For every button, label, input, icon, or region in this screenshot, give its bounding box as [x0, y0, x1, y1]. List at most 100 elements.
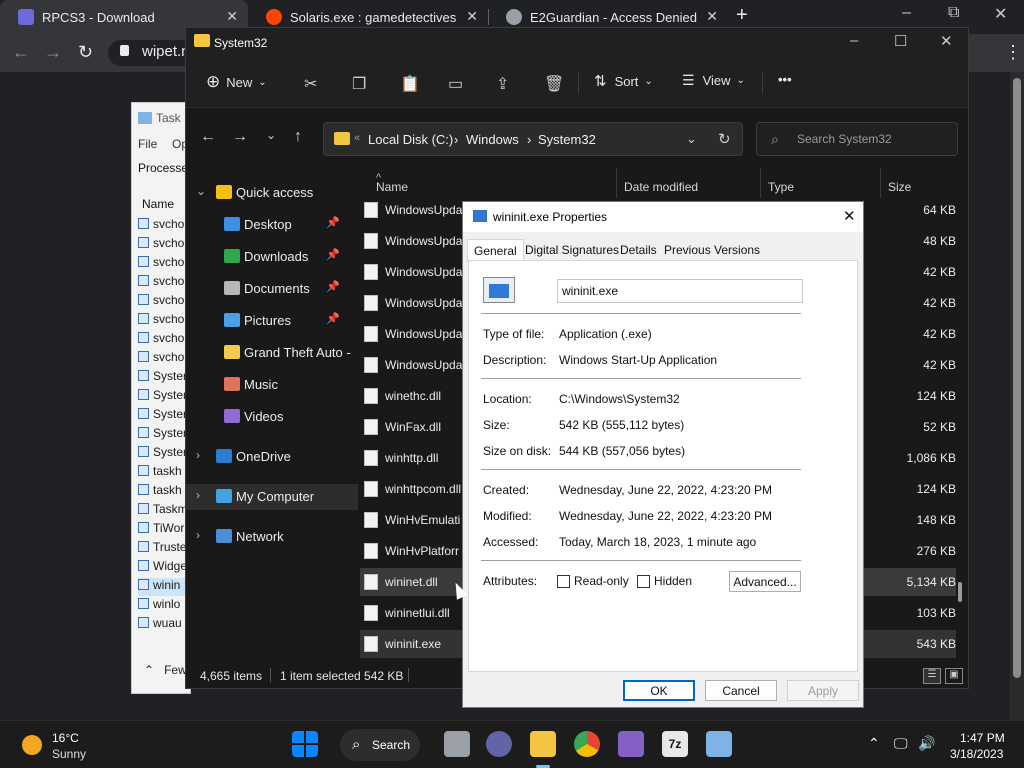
weather-sun-icon[interactable] — [22, 735, 42, 755]
tab-general[interactable]: General — [467, 239, 524, 262]
forward-icon[interactable]: → — [232, 128, 248, 146]
nav-item[interactable]: Pictures 📌 — [186, 308, 358, 334]
windows-start-icon[interactable] — [292, 731, 318, 757]
page-scrollbar[interactable] — [1010, 72, 1024, 720]
restore-button[interactable]: ⧉ — [948, 4, 959, 22]
share-icon[interactable]: ⇪ — [496, 74, 509, 94]
up-icon[interactable]: ↑ — [294, 128, 302, 146]
more-options-button[interactable]: ••• — [778, 72, 792, 87]
file-icon — [364, 419, 378, 435]
close-tab-icon[interactable]: ✕ — [706, 8, 718, 25]
chat-icon[interactable] — [486, 731, 512, 757]
expand-chevron-icon[interactable]: ⌄ — [196, 184, 206, 198]
details-view-icon[interactable]: ☰ — [923, 668, 941, 684]
filename-field[interactable]: wininit.exe — [557, 279, 803, 303]
column-size[interactable]: Size — [888, 180, 911, 194]
file-icon — [364, 326, 378, 342]
cancel-button[interactable]: Cancel — [705, 680, 777, 701]
sevenzip-icon[interactable]: 7z — [662, 731, 688, 757]
ok-button[interactable]: OK — [623, 680, 695, 701]
search-icon: ⌕ — [771, 131, 779, 147]
new-button[interactable]: ⊕ New ⌄ — [206, 72, 267, 92]
close-button[interactable]: ✕ — [843, 207, 856, 225]
nav-item[interactable]: Music — [186, 372, 358, 398]
recent-locations-icon[interactable]: ⌄ — [266, 128, 276, 142]
address-dropdown-icon[interactable]: ⌄ — [686, 131, 697, 147]
nav-item[interactable]: › My Computer — [186, 484, 358, 510]
chrome-icon[interactable] — [574, 731, 600, 757]
modified-label: Modified: — [483, 509, 532, 523]
nav-item[interactable]: › OneDrive — [186, 444, 358, 470]
address-bar[interactable]: « Local Disk (C:) › Windows › System32 ⌄… — [323, 122, 743, 156]
reload-icon[interactable]: ↻ — [78, 42, 93, 63]
task-manager-icon[interactable] — [706, 731, 732, 757]
minimize-button[interactable]: – — [902, 4, 911, 22]
back-icon[interactable]: ← — [200, 128, 216, 146]
expand-chevron-icon[interactable]: › — [196, 528, 200, 542]
tiles-view-icon[interactable]: ▣ — [945, 668, 963, 684]
menu-file[interactable]: File — [138, 137, 157, 151]
nav-item[interactable]: › Network — [186, 524, 358, 550]
minimize-button[interactable]: – — [850, 32, 858, 49]
nav-item[interactable]: ⌄ Quick access — [186, 180, 358, 206]
close-window-button[interactable]: ✕ — [994, 4, 1007, 24]
breadcrumb-local-disk[interactable]: Local Disk (C:) — [368, 132, 453, 147]
delete-icon[interactable]: 🗑 — [544, 74, 564, 94]
volume-icon[interactable]: 🔊 — [918, 735, 935, 752]
nav-item[interactable]: Downloads 📌 — [186, 244, 358, 270]
forward-icon[interactable]: → — [44, 42, 62, 63]
breadcrumb-windows[interactable]: Windows — [466, 132, 519, 147]
location-label: Location: — [483, 392, 532, 406]
nav-item[interactable]: Documents 📌 — [186, 276, 358, 302]
network-icon[interactable]: 🖵 — [894, 735, 908, 752]
task-manager-window: Task File Op Processe Name svcho svcho svc… — [131, 102, 198, 694]
file-explorer-icon[interactable] — [530, 731, 556, 757]
tab-digital-signatures[interactable]: Digital Signatures — [519, 239, 625, 261]
taskbar-search[interactable]: ⌕ Search — [340, 729, 420, 761]
nav-item[interactable]: Videos — [186, 404, 358, 430]
scroll-thumb[interactable] — [1013, 78, 1021, 678]
expand-chevron-icon[interactable]: › — [196, 488, 200, 502]
read-only-checkbox[interactable] — [557, 575, 570, 588]
sort-button[interactable]: ⇅ Sort ⌄ — [594, 72, 653, 90]
tab-previous-versions[interactable]: Previous Versions — [658, 239, 766, 261]
clock-date[interactable]: 3/18/2023 — [950, 747, 1003, 761]
expand-chevron-icon[interactable]: › — [196, 448, 200, 462]
column-name[interactable]: Name — [142, 197, 174, 211]
list-scrollbar[interactable] — [958, 582, 962, 602]
cut-icon[interactable]: ✂ — [304, 74, 317, 94]
new-tab-button[interactable]: + — [736, 4, 748, 27]
dialog-titlebar: wininit.exe Properties ✕ — [463, 202, 863, 232]
search-label: Search — [372, 738, 411, 752]
task-view-icon[interactable] — [444, 731, 470, 757]
nav-item[interactable]: Grand Theft Auto - — [186, 340, 358, 366]
refresh-icon[interactable]: ↻ — [718, 130, 731, 148]
column-date-modified[interactable]: Date modified — [624, 180, 698, 194]
back-icon[interactable]: ← — [12, 42, 30, 63]
column-name[interactable]: Name — [376, 180, 408, 194]
visual-studio-icon[interactable] — [618, 731, 644, 757]
apply-button[interactable]: Apply — [787, 680, 859, 701]
view-button[interactable]: ☰ View ⌄ — [682, 72, 745, 89]
chevron-up-icon[interactable]: ⌃ — [868, 735, 880, 752]
column-type[interactable]: Type — [768, 180, 794, 194]
chrome-menu-icon[interactable]: ⋮ — [1004, 42, 1022, 63]
close-tab-icon[interactable]: ✕ — [226, 8, 238, 25]
close-button[interactable]: ✕ — [940, 32, 953, 50]
address-text: wipet.n — [142, 43, 190, 60]
tab-details[interactable]: Details — [614, 239, 663, 261]
tab-processes[interactable]: Processe — [138, 161, 188, 175]
nav-item[interactable]: Desktop 📌 — [186, 212, 358, 238]
hidden-checkbox[interactable] — [637, 575, 650, 588]
close-tab-icon[interactable]: ✕ — [466, 8, 478, 25]
fewer-details-link[interactable]: ⌃ Few — [144, 663, 187, 677]
breadcrumb-system32[interactable]: System32 — [538, 132, 596, 147]
hidden-label: Hidden — [654, 574, 693, 588]
paste-icon[interactable]: 📋 — [400, 74, 420, 94]
maximize-button[interactable]: ☐ — [894, 32, 907, 50]
advanced-button[interactable]: Advanced... — [729, 571, 801, 592]
search-box[interactable]: ⌕ Search System32 — [756, 122, 958, 156]
clock-time[interactable]: 1:47 PM — [960, 731, 1005, 745]
copy-icon[interactable]: ❐ — [352, 74, 366, 94]
rename-icon[interactable]: ▭ — [448, 74, 463, 94]
